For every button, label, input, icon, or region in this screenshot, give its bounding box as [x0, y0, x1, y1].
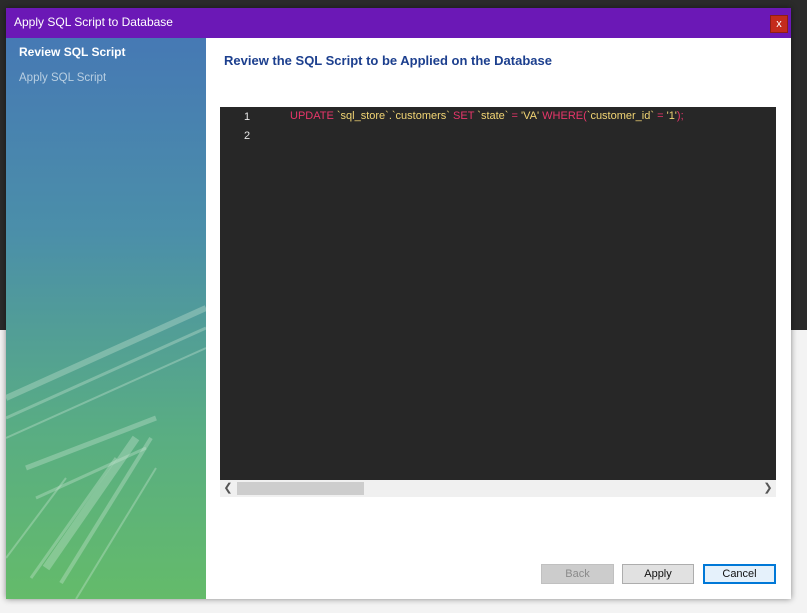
sidebar-decoration [6, 305, 206, 599]
page-heading: Review the SQL Script to be Applied on t… [224, 53, 552, 68]
sql-keyword: WHERE [542, 110, 584, 122]
sql-keyword: SET [453, 110, 475, 122]
scroll-right-arrow-icon[interactable]: ❯ [760, 481, 776, 496]
apply-button[interactable]: Apply [622, 564, 694, 584]
sql-keyword: UPDATE [290, 110, 334, 122]
wizard-sidebar: Review SQL Script Apply SQL Script [6, 38, 206, 599]
back-button[interactable]: Back [541, 564, 614, 584]
step-apply-sql-script: Apply SQL Script [19, 72, 107, 84]
sql-operator: = [511, 110, 518, 122]
line-number: 2 [244, 130, 251, 142]
scroll-left-arrow-icon[interactable]: ❮ [220, 481, 236, 496]
dialog-title: Apply SQL Script to Database [14, 15, 173, 29]
horizontal-scrollbar[interactable]: ❮ ❯ [220, 480, 776, 497]
apply-sql-script-dialog: Apply SQL Script to Database x Review SQ… [6, 8, 791, 599]
scrollbar-thumb[interactable] [237, 482, 364, 495]
sql-code-line: UPDATE `sql_store`.`customers` SET `stat… [290, 110, 684, 122]
sql-terminator: ); [676, 110, 684, 122]
sql-identifier: `sql_store`.`customers` [336, 110, 450, 122]
dialog-titlebar[interactable]: Apply SQL Script to Database x [6, 8, 791, 38]
line-number: 1 [244, 111, 251, 123]
sql-identifier: `state` [477, 110, 509, 122]
sql-script-editor[interactable]: 1 2 UPDATE `sql_store`.`customers` SET `… [220, 107, 776, 480]
cancel-button[interactable]: Cancel [703, 564, 776, 584]
sql-operator: = [657, 110, 664, 122]
close-button[interactable]: x [770, 15, 788, 33]
sql-string: '1' [666, 110, 677, 122]
step-review-sql-script: Review SQL Script [19, 45, 126, 59]
sql-string: 'VA' [521, 110, 540, 122]
sql-identifier: `customer_id` [586, 110, 655, 122]
